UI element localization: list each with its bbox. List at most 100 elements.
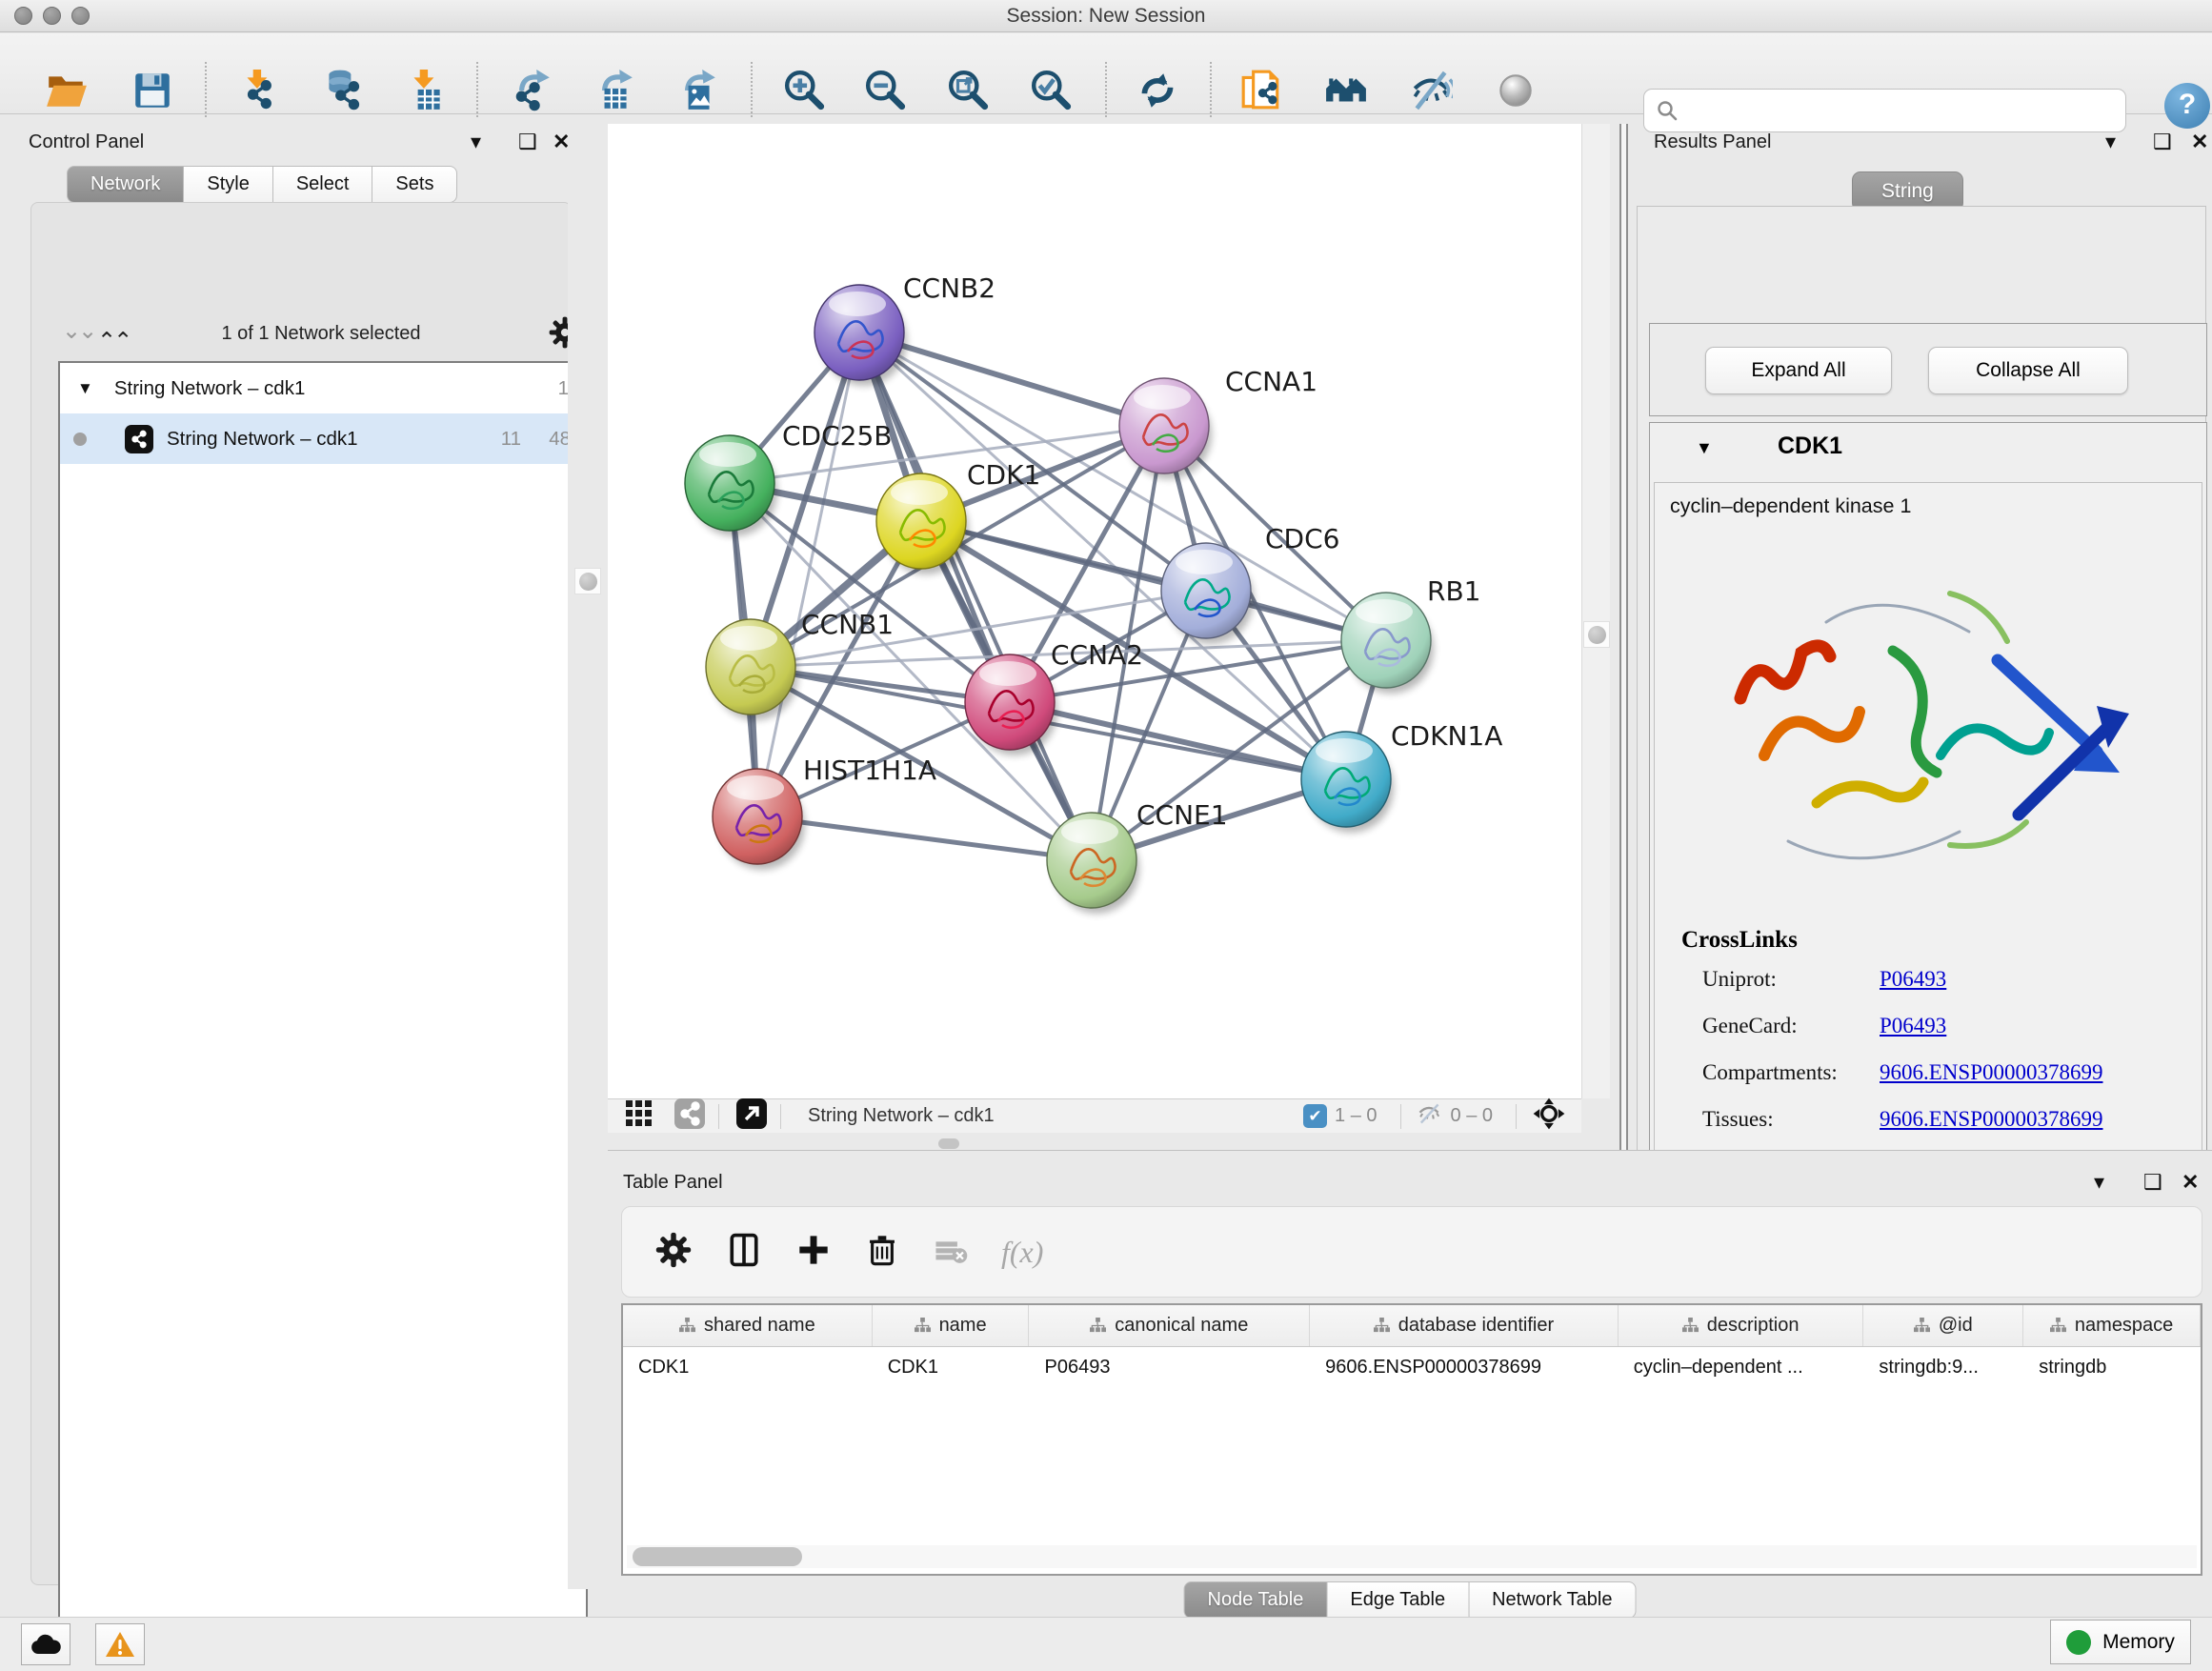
- column-header-id[interactable]: @id: [1863, 1305, 2023, 1346]
- right-splitter[interactable]: [1619, 124, 1628, 1150]
- show-columns-icon[interactable]: [725, 1231, 763, 1274]
- toolbar-button-graphics-details[interactable]: [1489, 64, 1542, 117]
- tab-node-table[interactable]: Node Table: [1184, 1581, 1328, 1619]
- network-scrollbar-knob[interactable]: [1583, 621, 1610, 648]
- node-CDC25B[interactable]: CDC25B: [685, 420, 893, 536]
- table-horizontal-scrollbar[interactable]: [627, 1545, 2197, 1568]
- sort-column-icon[interactable]: [1914, 1318, 1930, 1334]
- grid-view-icon[interactable]: [625, 1099, 654, 1133]
- results-panel-float-icon[interactable]: ❑: [2153, 131, 2172, 152]
- toolbar-button-import-table-from-file[interactable]: [399, 64, 452, 117]
- tab-network-table[interactable]: Network Table: [1469, 1581, 1636, 1619]
- tab-network[interactable]: Network: [67, 166, 184, 203]
- sort-column-icon[interactable]: [1090, 1318, 1106, 1334]
- node-CCNA1[interactable]: CCNA1: [1119, 366, 1317, 479]
- help-icon[interactable]: ?: [2164, 83, 2210, 129]
- toolbar-button-export-image[interactable]: [671, 64, 724, 117]
- node-CDKN1A[interactable]: CDKN1A: [1301, 720, 1502, 833]
- crosslink-link[interactable]: P06493: [1880, 967, 1946, 992]
- edge-HIST1H1A-CCNE1[interactable]: [757, 816, 1092, 860]
- table-cell[interactable]: 9606.ENSP00000378699: [1310, 1347, 1619, 1387]
- node-label-CCNB1: CCNB1: [801, 609, 894, 640]
- network-share-icon[interactable]: [674, 1098, 705, 1134]
- column-header-canonicalname[interactable]: canonical name: [1029, 1305, 1310, 1346]
- control-panel-float-icon[interactable]: ❑: [518, 131, 537, 152]
- toolbar-button-first-neighbors[interactable]: [1319, 64, 1373, 117]
- selected-checkbox-icon[interactable]: ✔: [1303, 1104, 1327, 1128]
- sort-column-icon[interactable]: [915, 1318, 931, 1334]
- tab-edge-table[interactable]: Edge Table: [1327, 1581, 1469, 1619]
- table-scrollbar-thumb[interactable]: [633, 1547, 802, 1566]
- network-row[interactable]: String Network – cdk1 11 48: [60, 413, 586, 464]
- search-input[interactable]: [1686, 100, 2125, 122]
- entry-collapse-icon[interactable]: ▼: [1696, 438, 1713, 458]
- add-column-icon[interactable]: [795, 1232, 832, 1273]
- sort-column-icon[interactable]: [679, 1318, 695, 1334]
- toolbar-button-zoom-selected[interactable]: [1025, 64, 1078, 117]
- table-cell[interactable]: P06493: [1030, 1347, 1311, 1387]
- toolbar-button-zoom-fit[interactable]: [942, 64, 995, 117]
- sort-column-icon[interactable]: [2050, 1318, 2066, 1334]
- table-cell[interactable]: CDK1: [873, 1347, 1030, 1387]
- toolbar-button-zoom-out[interactable]: [859, 64, 913, 117]
- table-cell[interactable]: CDK1: [623, 1347, 873, 1387]
- sort-column-icon[interactable]: [1682, 1318, 1699, 1334]
- open-in-new-window-icon[interactable]: [736, 1098, 767, 1134]
- table-panel-menu-icon[interactable]: ▾: [2094, 1172, 2104, 1193]
- table-row[interactable]: CDK1CDK1P064939606.ENSP00000378699cyclin…: [623, 1347, 2201, 1387]
- network-collection-row[interactable]: ▼ String Network – cdk1 1: [60, 363, 586, 413]
- crosslink-link[interactable]: 9606.ENSP00000378699: [1880, 1107, 2103, 1132]
- node-CDC6[interactable]: CDC6: [1161, 523, 1339, 644]
- node-HIST1H1A[interactable]: HIST1H1A: [713, 755, 936, 870]
- toolbar-button-import-network-from-file[interactable]: [232, 64, 286, 117]
- node-RB1[interactable]: RB1: [1341, 575, 1480, 694]
- crosslink-link[interactable]: 9606.ENSP00000378699: [1880, 1060, 2103, 1085]
- toolbar-button-hide-selected[interactable]: [1404, 64, 1458, 117]
- close-window-icon[interactable]: [14, 7, 32, 25]
- toolbar-button-import-network-from-database[interactable]: [316, 64, 370, 117]
- toolbar-button-save-session[interactable]: [126, 64, 179, 117]
- column-header-namespace[interactable]: namespace: [2023, 1305, 2201, 1346]
- horizontal-splitter-handle[interactable]: [938, 1138, 959, 1149]
- column-header-sharedname[interactable]: shared name: [623, 1305, 873, 1346]
- column-header-description[interactable]: description: [1619, 1305, 1864, 1346]
- toolbar-button-open-session[interactable]: [40, 64, 93, 117]
- birds-eye-view-icon[interactable]: [1532, 1097, 1566, 1136]
- minimize-window-icon[interactable]: [43, 7, 61, 25]
- sort-column-icon[interactable]: [1374, 1318, 1390, 1334]
- table-gear-icon[interactable]: [654, 1231, 693, 1274]
- crosslink-link[interactable]: P06493: [1880, 1014, 1946, 1038]
- tab-style[interactable]: Style: [184, 166, 272, 203]
- table-panel-close-icon[interactable]: ✕: [2182, 1172, 2199, 1193]
- zoom-window-icon[interactable]: [71, 7, 90, 25]
- results-panel-close-icon[interactable]: ✕: [2191, 131, 2208, 152]
- left-splitter-knob[interactable]: [574, 568, 601, 594]
- toolbar-button-export-network[interactable]: [505, 64, 558, 117]
- tab-sets[interactable]: Sets: [372, 166, 457, 203]
- delete-column-icon[interactable]: [864, 1232, 900, 1273]
- table-cell[interactable]: cyclin–dependent ...: [1619, 1347, 1864, 1387]
- table-panel-float-icon[interactable]: ❑: [2143, 1172, 2162, 1193]
- toolbar-button-apply-layout[interactable]: [1131, 64, 1184, 117]
- expand-all-button[interactable]: Expand All: [1705, 347, 1892, 394]
- node-CCNE1[interactable]: CCNE1: [1047, 799, 1228, 914]
- results-panel-menu-icon[interactable]: ▾: [2105, 131, 2116, 152]
- warnings-button[interactable]: [95, 1623, 145, 1665]
- left-splitter[interactable]: [568, 124, 608, 1589]
- collapse-all-button[interactable]: Collapse All: [1928, 347, 2128, 394]
- network-vertical-scrollbar[interactable]: [1581, 124, 1610, 1098]
- toolbar-button-zoom-in[interactable]: [778, 64, 832, 117]
- network-view-canvas[interactable]: CCNB2 CCNA1 CDC25B CDK1: [608, 124, 1581, 1098]
- collection-expand-icon[interactable]: ▼: [77, 379, 93, 398]
- node-CDK1[interactable]: CDK1: [876, 459, 1040, 574]
- cloud-button[interactable]: [21, 1623, 70, 1665]
- control-panel-menu-icon[interactable]: ▾: [471, 131, 481, 152]
- toolbar-button-export-table[interactable]: [588, 64, 641, 117]
- tab-select[interactable]: Select: [273, 166, 373, 203]
- table-cell[interactable]: stringdb:9...: [1863, 1347, 2023, 1387]
- toolbar-button-copy-network[interactable]: [1235, 64, 1288, 117]
- memory-button[interactable]: Memory: [2050, 1620, 2191, 1664]
- column-header-name[interactable]: name: [873, 1305, 1030, 1346]
- table-cell[interactable]: stringdb: [2023, 1347, 2201, 1387]
- column-header-databaseidentifier[interactable]: database identifier: [1310, 1305, 1619, 1346]
